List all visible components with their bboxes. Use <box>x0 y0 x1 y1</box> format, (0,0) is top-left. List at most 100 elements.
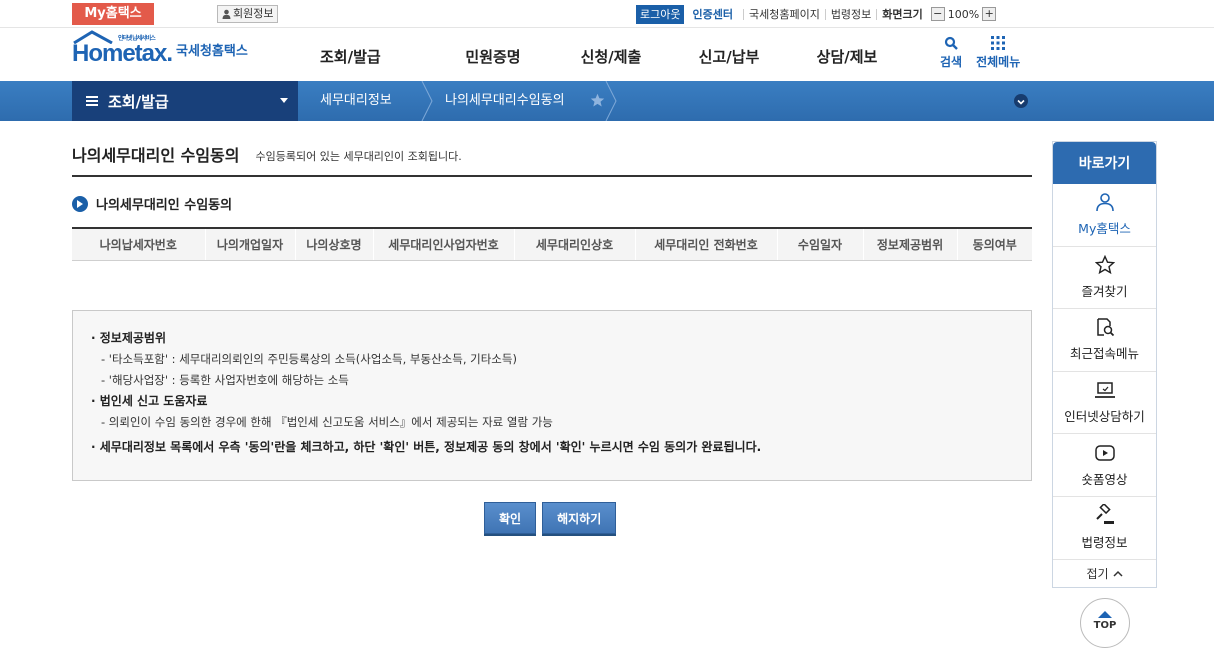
chevron-right-icon <box>605 81 617 121</box>
nav-certificate[interactable]: 민원증명 <box>434 46 552 67</box>
nav-inquiry-issue[interactable]: 조회/발급 <box>320 46 390 67</box>
col-agent-name[interactable]: 세무대리인상호 <box>513 228 635 261</box>
cert-center-link[interactable]: 인증센터 <box>692 6 732 22</box>
info-line: - 의뢰인이 수임 동의한 경우에 한해 『법인세 신고도움 서비스』에서 제공… <box>101 415 553 429</box>
screen-size-label: 화면크기 <box>876 8 927 20</box>
quick-fold-button[interactable]: 접기 <box>1053 560 1156 588</box>
main-nav: 조회/발급 민원증명 신청/제출 신고/납부 상담/제보 <box>290 46 906 67</box>
zoom-out-button[interactable]: − <box>930 7 945 21</box>
search-button[interactable]: 검색 <box>940 36 962 70</box>
quick-item-label: 인터넷상담하기 <box>1064 409 1145 425</box>
info-instruction: 세무대리정보 목록에서 우측 '동의'란을 체크하고, 하단 '확인' 버튼, … <box>99 440 762 454</box>
logo-text: Hometax. <box>72 40 173 67</box>
info-box: · 정보제공범위 - '타소득포함' : 세무대리의뢰인의 주민등록상의 소득(… <box>72 310 1032 481</box>
info-heading: · 정보제공범위 <box>91 331 166 345</box>
header-tools: 검색 전체메뉴 <box>940 36 1020 70</box>
quick-shortform-video[interactable]: 숏폼영상 <box>1053 434 1156 497</box>
info-heading-text: 정보제공범위 <box>99 331 166 345</box>
info-heading-text: 법인세 신고 도움자료 <box>99 394 208 408</box>
myhometax-tag[interactable]: My홈택스 <box>72 3 154 25</box>
page-title-row: 나의세무대리인 수임동의 수임등록되어 있는 세무대리인이 조회됩니다. <box>72 142 1032 177</box>
top-utility-bar: My홈택스 회원정보 로그아웃 인증센터 국세청홈페이지 법령정보 화면크기 −… <box>0 0 1214 28</box>
quick-fold-label: 접기 <box>1086 567 1109 582</box>
hometax-logo[interactable]: 인터넷 납세서비스 Hometax. 국세청홈택스 <box>72 30 248 67</box>
arrow-up-icon <box>1098 611 1112 618</box>
location-main-title: 조회/발급 <box>108 92 169 111</box>
zoom-in-button[interactable]: + <box>982 7 997 21</box>
all-menu-label: 전체메뉴 <box>976 55 1021 69</box>
col-agent-phone[interactable]: 세무대리인 전화번호 <box>634 228 777 261</box>
info-line: - '해당사업장' : 등록한 사업자번호에 해당하는 소득 <box>101 373 349 387</box>
action-buttons: 확인 해지하기 <box>484 502 617 534</box>
member-info-button[interactable]: 회원정보 <box>217 5 279 23</box>
info-line: - '타소득포함' : 세무대리의뢰인의 주민등록상의 소득(사업소득, 부동산… <box>101 352 517 366</box>
star-outline-icon <box>1094 254 1115 275</box>
quick-item-label: 숏폼영상 <box>1081 471 1128 487</box>
arrow-circle-icon <box>72 195 88 212</box>
section-title-text: 나의세무대리인 수임동의 <box>96 198 233 213</box>
gavel-icon <box>1095 504 1114 525</box>
grid-menu-icon <box>991 36 1006 50</box>
hamburger-icon <box>86 96 98 106</box>
nav-report-pay[interactable]: 신고/납부 <box>670 46 788 67</box>
logout-button[interactable]: 로그아웃 <box>636 4 685 24</box>
header: 인터넷 납세서비스 Hometax. 국세청홈택스 조회/발급 민원증명 신청/… <box>0 28 1214 81</box>
chevron-right-icon <box>421 81 433 121</box>
col-opening-date[interactable]: 나의개업일자 <box>204 228 295 261</box>
quick-item-label: My홈택스 <box>1078 221 1131 237</box>
quick-menu-title: 바로가기 <box>1053 142 1156 184</box>
quick-item-label: 즐겨찾기 <box>1081 283 1128 299</box>
laptop-icon <box>1094 382 1115 398</box>
document-search-icon <box>1096 318 1114 337</box>
nav-consult-report[interactable]: 상담/제보 <box>788 46 906 67</box>
col-consent[interactable]: 동의여부 <box>956 228 1032 261</box>
top-label: TOP <box>1093 620 1117 631</box>
quick-item-label: 최근접속메뉴 <box>1069 346 1139 362</box>
member-info-label: 회원정보 <box>233 7 274 20</box>
chevron-up-icon <box>1113 570 1123 577</box>
scroll-top-button[interactable]: TOP <box>1080 598 1130 648</box>
video-play-icon <box>1094 444 1115 461</box>
star-icon[interactable] <box>590 93 605 108</box>
col-info-scope[interactable]: 정보제공범위 <box>862 228 957 261</box>
quick-my-hometax[interactable]: My홈택스 <box>1053 184 1156 247</box>
confirm-button[interactable]: 확인 <box>484 502 537 534</box>
quick-law-info[interactable]: 법령정보 <box>1053 497 1156 560</box>
page-description: 수임등록되어 있는 세무대리인이 조회됩니다. <box>255 150 462 163</box>
law-info-link[interactable]: 법령정보 <box>824 8 876 20</box>
zoom-level: 100% <box>947 7 980 21</box>
nts-homepage-link[interactable]: 국세청홈페이지 <box>742 8 825 20</box>
quick-internet-consult[interactable]: 인터넷상담하기 <box>1053 372 1156 435</box>
section-title: 나의세무대리인 수임동의 <box>72 194 232 213</box>
col-taxpayer-number[interactable]: 나의납세자번호 <box>72 228 205 261</box>
quick-menu: 바로가기 My홈택스 즐겨찾기 최근접속메뉴 인터넷상담하기 숏폼영상 법령정보… <box>1052 141 1157 588</box>
col-delegation-date[interactable]: 수임일자 <box>776 228 863 261</box>
quick-favorites[interactable]: 즐겨찾기 <box>1053 247 1156 310</box>
chevron-down-icon <box>1017 99 1025 105</box>
col-agent-business-number[interactable]: 세무대리인사업자번호 <box>372 228 514 261</box>
location-main-menu[interactable]: 조회/발급 <box>72 81 298 121</box>
search-icon <box>944 36 958 50</box>
logo-korean: 국세청홈택스 <box>176 44 248 59</box>
breadcrumb-agent-consent[interactable]: 나의세무대리수임동의 <box>445 81 565 121</box>
nav-apply-submit[interactable]: 신청/제출 <box>552 46 670 67</box>
expand-location-button[interactable] <box>1014 94 1028 108</box>
all-menu-button[interactable]: 전체메뉴 <box>976 36 1020 70</box>
search-label: 검색 <box>940 55 963 69</box>
agent-consent-table: 나의납세자번호 나의개업일자 나의상호명 세무대리인사업자번호 세무대리인상호 … <box>72 227 1032 261</box>
info-heading: · 세무대리정보 목록에서 우측 '동의'란을 체크하고, 하단 '확인' 버튼… <box>91 440 762 454</box>
user-icon <box>222 9 231 19</box>
page-title: 나의세무대리인 수임동의 <box>72 146 240 165</box>
util-links: 로그아웃 인증센터 국세청홈페이지 법령정보 화면크기 − 100% + <box>636 4 997 24</box>
info-heading: · 법인세 신고 도움자료 <box>91 394 208 408</box>
table-header-row: 나의납세자번호 나의개업일자 나의상호명 세무대리인사업자번호 세무대리인상호 … <box>72 228 1032 261</box>
quick-item-label: 법령정보 <box>1081 535 1128 551</box>
col-business-name[interactable]: 나의상호명 <box>294 228 373 261</box>
breadcrumb-tax-agent-info[interactable]: 세무대리정보 <box>320 81 392 121</box>
quick-recent-menu[interactable]: 최근접속메뉴 <box>1053 309 1156 372</box>
person-icon <box>1095 193 1114 212</box>
zoom-control: − 100% + <box>930 7 997 21</box>
location-bar: 조회/발급 세무대리정보 나의세무대리수임동의 <box>0 81 1214 121</box>
revoke-button[interactable]: 해지하기 <box>542 502 617 534</box>
caret-down-icon <box>280 98 288 103</box>
